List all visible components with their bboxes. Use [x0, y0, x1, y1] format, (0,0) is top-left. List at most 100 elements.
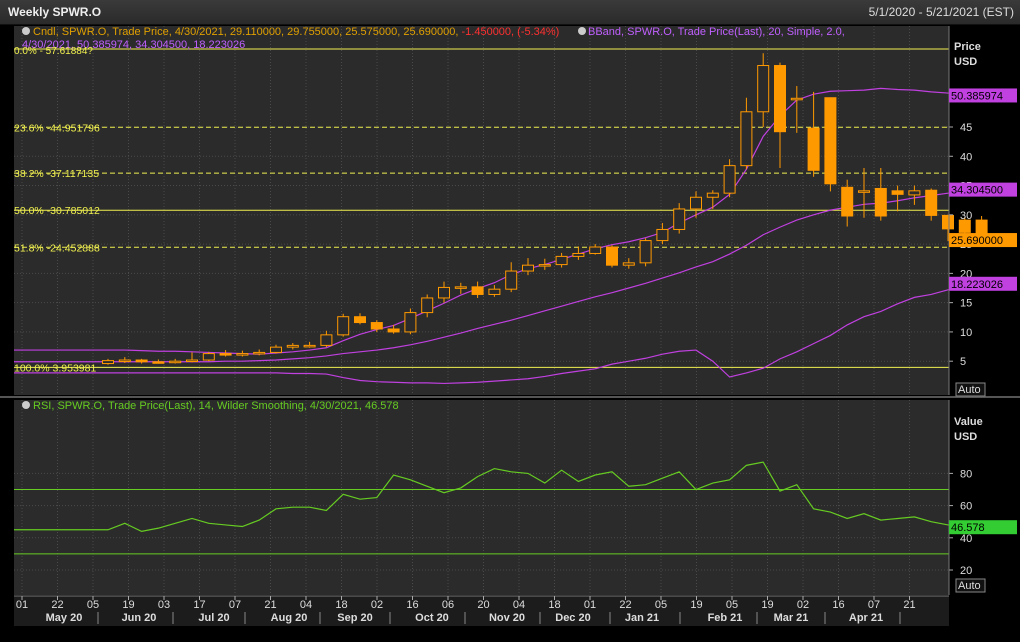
legend-candle-prefix: Cndl, SPWR.O, Trade Price, 4/30/2021, 29… [33, 26, 462, 38]
candle-body [202, 353, 215, 361]
candle-body [555, 255, 568, 266]
price-tick-label: 45 [960, 122, 972, 134]
candle-body [740, 111, 753, 167]
candle-body [438, 286, 450, 299]
candle-body [236, 353, 249, 356]
candle-body [790, 97, 803, 101]
candle-body [538, 264, 551, 267]
candle-body [421, 297, 434, 314]
rsi-legend: RSI, SPWR.O, Trade Price(Last), 14, Wild… [22, 400, 399, 412]
rsi-plot-area[interactable] [14, 400, 949, 595]
x-tick-label: 18 [548, 599, 560, 611]
rsi-tick-label: 60 [960, 501, 972, 513]
x-tick-label: 21 [903, 599, 915, 611]
rsi-y-axis: 20 40 60 80 [948, 400, 972, 595]
x-tick-label: 19 [761, 599, 773, 611]
value-badge-text: 18.223026 [951, 279, 1003, 291]
month-label: Mar 21 [774, 612, 809, 624]
month-label: Sep 20 [337, 612, 372, 624]
x-tick-label: 02 [371, 599, 383, 611]
candle-body [102, 360, 114, 365]
candle-body [370, 322, 383, 330]
price-tick-label: 5 [960, 356, 966, 368]
rsi-auto-button[interactable]: Auto [955, 578, 986, 593]
price-tick-label: 10 [960, 327, 972, 339]
price-y-axis: 51015202530354045 [948, 26, 972, 395]
legend-candle-change: -1.450000, (-5.34%) [462, 26, 560, 38]
x-tick-label: 03 [158, 599, 170, 611]
x-tick-label: 20 [477, 599, 489, 611]
candle-body [690, 196, 702, 210]
candle-body [757, 65, 770, 113]
price-axis-unit: USD [954, 56, 977, 68]
x-tick-label: 19 [690, 599, 702, 611]
candle-body [135, 359, 148, 363]
candle-body [942, 214, 954, 230]
month-label: Jul 20 [198, 612, 229, 624]
candle-body [858, 190, 870, 193]
candle-body [723, 165, 736, 194]
candle-body [303, 344, 316, 348]
candle-body [404, 312, 417, 333]
price-auto-label[interactable]: Auto [958, 384, 981, 396]
candle-body [219, 353, 232, 356]
chart-canvas[interactable]: 23.6% -44.951796 38.2% -37.117135 50.0% -3… [0, 0, 1020, 642]
value-badge-text: 34.304500 [951, 185, 1003, 197]
x-tick-label: 19 [122, 599, 134, 611]
candle-body [320, 334, 333, 346]
candle-body [471, 286, 484, 295]
fib-label: 50.0% -30.785012 [14, 205, 100, 217]
candle-body [824, 97, 837, 185]
candle-body [152, 361, 165, 364]
month-label: May 20 [46, 612, 83, 624]
price-auto-button[interactable]: Auto [955, 382, 986, 397]
x-tick-label: 17 [193, 599, 205, 611]
candle-body [958, 219, 971, 233]
month-label: Apr 21 [849, 612, 883, 624]
fib-partial-label: 0.0% - 57.61884? [14, 46, 93, 57]
price-axis-title: Price [954, 41, 981, 53]
rsi-tick-label: 80 [960, 468, 972, 480]
candle-body [354, 316, 366, 324]
candle-body [488, 288, 501, 295]
x-tick-label: 16 [832, 599, 844, 611]
candle-body [186, 359, 198, 363]
legend-bband-line1: BBand, SPWR.O, Trade Price(Last), 20, Si… [588, 26, 845, 38]
x-tick-label: 16 [406, 599, 418, 611]
month-label: Feb 21 [708, 612, 743, 624]
x-tick-label: 04 [300, 599, 312, 611]
x-tick-label: 06 [442, 599, 454, 611]
fib-label: 23.6% -44.951796 [14, 122, 100, 134]
x-tick-label: 04 [513, 599, 525, 611]
value-badge-text: 25.690000 [951, 235, 1003, 247]
x-tick-label: 05 [87, 599, 99, 611]
candle-body [673, 208, 686, 230]
candle-body [387, 328, 400, 333]
candle-body [639, 240, 652, 264]
candle-body [505, 270, 518, 290]
candle-body [253, 351, 266, 355]
rsi-value-badge-text: 46.578 [951, 522, 985, 534]
candle-body [118, 359, 131, 363]
legend-clock-icon [22, 27, 30, 35]
x-tick-label: 02 [797, 599, 809, 611]
x-tick-label: 05 [655, 599, 667, 611]
x-tick-label: 01 [16, 599, 28, 611]
candle-body [589, 246, 602, 254]
legend-clock-icon [22, 401, 30, 409]
rsi-tick-label: 20 [960, 565, 972, 577]
x-tick-label: 07 [229, 599, 241, 611]
candle-body [454, 286, 467, 289]
rsi-axis-title: Value [954, 416, 983, 428]
x-tick-label: 01 [584, 599, 596, 611]
month-label: Jan 21 [625, 612, 659, 624]
x-tick-label: 22 [51, 599, 63, 611]
candle-body [908, 190, 921, 196]
rsi-legend-text: RSI, SPWR.O, Trade Price(Last), 14, Wild… [33, 400, 399, 412]
candle-body [606, 246, 618, 266]
candle-body [337, 316, 350, 336]
rsi-auto-label[interactable]: Auto [958, 580, 981, 592]
x-tick-label: 22 [619, 599, 631, 611]
x-axis: 01 22 05 19 03 17 07 21 04 18 02 16 06 20 04 18 01 22 05 19… [14, 595, 949, 626]
candle-body [925, 189, 938, 216]
